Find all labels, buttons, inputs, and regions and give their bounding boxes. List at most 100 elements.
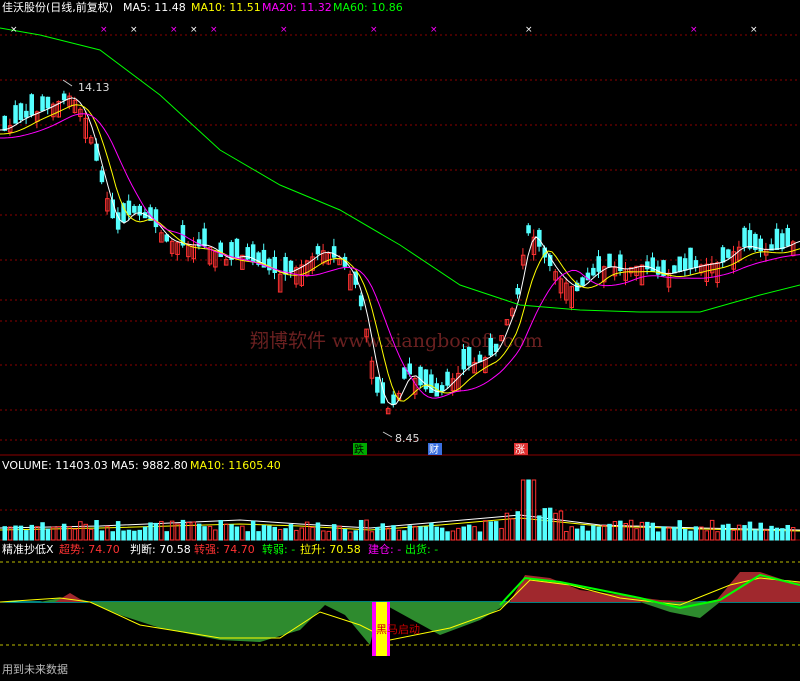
volume-bar — [785, 524, 790, 541]
high-label: 14.13 — [78, 81, 110, 94]
volume-bar — [391, 525, 396, 541]
stock-chart[interactable]: 翔博软件 www.xiangbosoft.com × × × × × × × × × × × × 黑马… — [0, 0, 800, 681]
marker-x: × — [690, 25, 698, 35]
volume-bar — [634, 528, 639, 541]
volume-bar — [774, 527, 780, 541]
sell-label: 出货: - — [405, 542, 438, 556]
volume-bar — [645, 521, 650, 541]
marker-x: × — [130, 25, 138, 35]
candle-body — [526, 225, 531, 234]
marker-x: × — [430, 25, 438, 35]
candle-body — [137, 205, 142, 216]
volume-bar — [650, 522, 655, 541]
candle-body — [29, 94, 34, 116]
cai-label: 财 — [429, 443, 439, 456]
volume-bar — [142, 526, 148, 541]
volume-bar — [688, 530, 693, 541]
volume-bar — [191, 521, 196, 541]
candle-body — [40, 96, 45, 112]
volume-bar — [18, 525, 24, 541]
marker-x: × — [750, 25, 758, 35]
build-label: 建仓: - — [368, 542, 401, 556]
volume-bar — [13, 525, 18, 541]
ma5-label: MA5: 11.48 — [123, 1, 186, 14]
candle-body — [132, 205, 137, 213]
volume-bar — [375, 527, 380, 541]
strong-label: 转强: 74.70 — [194, 542, 255, 556]
volume-bar — [580, 525, 585, 541]
volume-bar — [223, 523, 229, 541]
volume-bar — [110, 531, 115, 541]
volume-bar — [207, 525, 213, 541]
volume-bar — [715, 531, 720, 541]
trend-label: 超势: 74.70 — [59, 542, 120, 556]
volume-bar — [94, 520, 99, 541]
volume-bar — [342, 528, 348, 541]
candle-body — [2, 115, 7, 131]
volume-bar — [763, 529, 769, 541]
candle-body — [515, 288, 520, 295]
volume-bar — [466, 524, 472, 541]
candle-body — [461, 349, 466, 370]
volume-bar — [261, 525, 267, 541]
candle-body — [391, 394, 396, 405]
candle-body — [126, 200, 132, 216]
volume-bar — [105, 525, 110, 541]
volume-bar — [677, 520, 682, 541]
volume-bar — [153, 522, 159, 541]
volume-bar — [196, 523, 202, 541]
pull-label: 拉升: 70.58 — [300, 542, 361, 556]
candle-body — [315, 246, 321, 255]
volume-bar — [445, 531, 450, 541]
low-label: 8.45 — [395, 432, 420, 445]
volume-bar — [61, 523, 67, 541]
volume-bar — [126, 529, 132, 541]
candle-body — [720, 247, 726, 263]
volume-bar — [213, 529, 218, 541]
volume-bar — [402, 530, 407, 541]
marker-x: × — [210, 25, 218, 35]
volume-bar — [72, 528, 78, 541]
candle-body — [234, 238, 240, 259]
volume-bar — [655, 531, 661, 541]
volume-bar — [504, 512, 510, 541]
candle-body — [331, 246, 337, 258]
marker-x: × — [280, 25, 288, 35]
indicator-title: 精准抄低X — [2, 542, 54, 556]
candle-body — [418, 366, 423, 386]
candle-body — [202, 228, 207, 247]
volume-bar — [240, 525, 245, 541]
black-horse-label: 黑马启动 — [376, 623, 420, 636]
volume-bar — [315, 522, 321, 541]
volume-bar — [693, 526, 699, 541]
candle-body — [18, 103, 24, 121]
candle-body — [24, 110, 29, 118]
candle-body — [477, 354, 483, 363]
ma20-label: MA20: 11.32 — [262, 1, 332, 14]
volume-bar — [78, 521, 83, 541]
volume-bar — [596, 526, 601, 541]
volume-bar — [353, 530, 358, 541]
volume-bar — [99, 530, 105, 541]
volume-bar — [385, 527, 391, 541]
volume-bar — [250, 520, 256, 541]
top-markers: × × × × × × × × × × × × — [10, 25, 758, 35]
judge-label: 判断: 70.58 — [130, 542, 191, 556]
vol-ma10-label: MA10: 11605.40 — [190, 459, 281, 472]
marker-x: × — [370, 25, 378, 35]
volume-bar — [202, 526, 207, 541]
price-title: 佳沃股份(日线,前复权) — [2, 0, 113, 14]
volume-bar — [564, 530, 569, 541]
candle-body — [358, 295, 364, 307]
high-pointer — [62, 79, 73, 87]
candle-body — [742, 227, 747, 248]
volume-bar — [40, 522, 45, 541]
volume-bar — [672, 526, 677, 541]
die-label: 跌 — [354, 443, 364, 456]
volume-title: VOLUME: 11403.03 — [2, 459, 108, 472]
volume-bar — [34, 526, 40, 541]
candle-body — [580, 277, 585, 286]
volume-bar — [510, 518, 515, 541]
volume-bar — [483, 520, 488, 541]
candle-body — [688, 247, 693, 270]
